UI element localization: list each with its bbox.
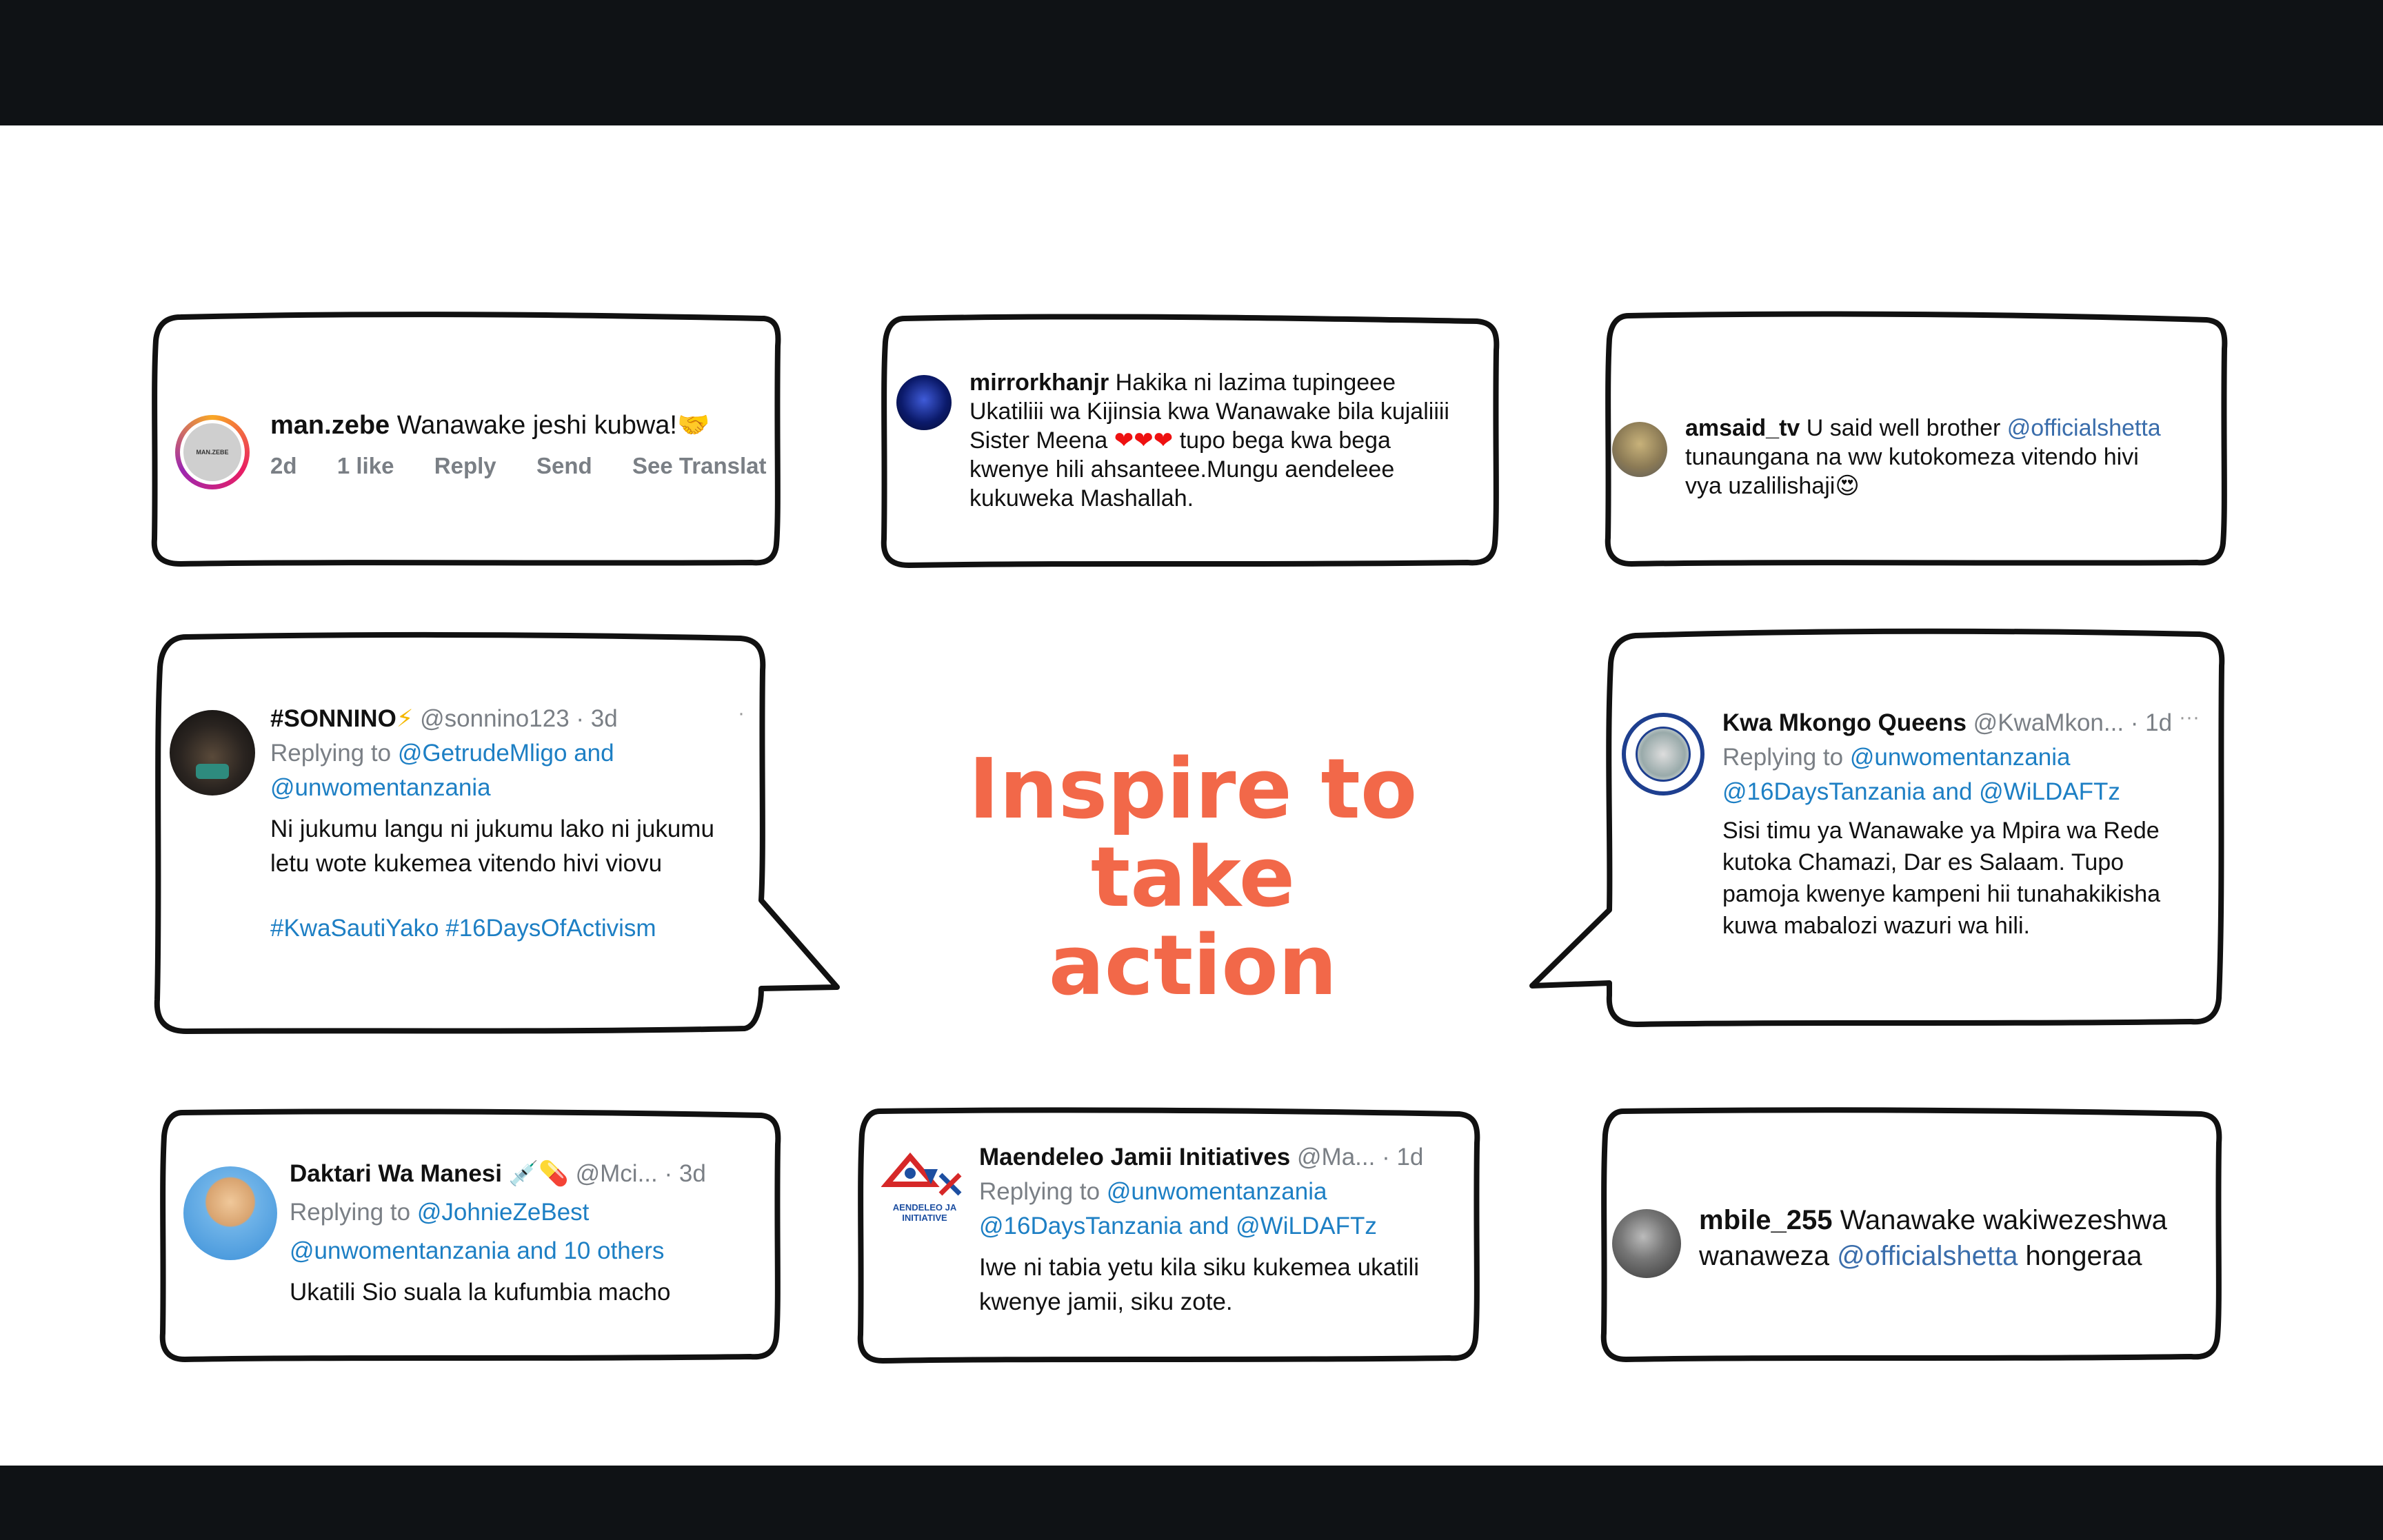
avatar-sonnino[interactable] xyxy=(170,710,255,796)
comment-text-manzebe: Wanawake jeshi kubwa! xyxy=(396,411,677,440)
headline-line-2: take xyxy=(1090,830,1296,926)
comment-line-2b: hongeraa xyxy=(2025,1241,2142,1271)
tweet-body-line-1: Sisi timu ya Wanawake ya Mpira wa Rede xyxy=(1722,818,2160,844)
tweet-body-line-1: Iwe ni tabia yetu kila siku kukemea ukat… xyxy=(979,1254,1420,1281)
headline-line-1: Inspire to xyxy=(968,742,1418,838)
comment-line-1: Hakika ni lazima tupingeee xyxy=(1115,369,1396,396)
handle-maendeleo[interactable]: @Ma... · 1d xyxy=(1297,1144,1423,1171)
replying-mentions-1[interactable]: @unwomentanzania xyxy=(1107,1178,1327,1205)
tweet-card-maendeleo: AENDELEO JA INITIATIVE Maendeleo Jamii I… xyxy=(880,1140,1473,1347)
hearts-icon: ❤❤❤ xyxy=(1114,427,1174,454)
avatar-mirror[interactable] xyxy=(896,375,952,430)
username-mirror[interactable]: mirrorkhanjr xyxy=(969,369,1109,396)
comment-age: 2d xyxy=(270,453,297,478)
display-name-kwamkongo[interactable]: Kwa Mkongo Queens xyxy=(1722,709,1967,736)
replying-mentions-2[interactable]: @16DaysTanzania and @WiLDAFTz xyxy=(979,1209,1423,1244)
comment-line-3a: Sister Meena xyxy=(969,427,1108,454)
comment-card-mirror: mirrorkhanjr Hakika ni lazima tupingeee … xyxy=(896,368,1489,547)
tweet-body-line-2: letu wote kukemea vitendo hivi viovu xyxy=(270,850,663,877)
comment-card-mbile: mbile_255 Wanawake wakiwezeshwa wanaweza… xyxy=(1612,1202,2219,1299)
tweet-hashtags[interactable]: #KwaSautiYako #16DaysOfActivism xyxy=(270,911,714,946)
username-amsaid[interactable]: amsaid_tv xyxy=(1685,415,1800,441)
tweet-card-kwamkongo: Kwa Mkongo Queens @KwaMkon... · 1d Reply… xyxy=(1620,706,2213,982)
avatar-amsaid[interactable] xyxy=(1612,422,1667,477)
replying-label: Replying to xyxy=(270,740,392,767)
comment-line-3b: tupo bega kwa bega xyxy=(1179,427,1391,454)
lightning-icon: ⚡ xyxy=(396,705,414,732)
comment-line-1: Wanawake wakiwezeshwa xyxy=(1840,1205,2167,1235)
logo-text-line-2: INITIATIVE xyxy=(902,1213,947,1223)
slide-canvas: Inspire to take action MAN.ZEBE man.zebe… xyxy=(0,125,2383,1466)
tweet-body-line-2: kutoka Chamazi, Dar es Salaam. Tupo xyxy=(1722,849,2124,875)
replying-label: Replying to xyxy=(1722,744,1844,771)
replying-label: Replying to xyxy=(290,1199,411,1226)
top-letterbox-bar xyxy=(0,0,2383,125)
tweet-body-line-3: pamoja kwenye kampeni hii tunahakikisha xyxy=(1722,881,2161,907)
handshake-icon: 🤝 xyxy=(676,411,710,440)
avatar-manzebe[interactable]: MAN.ZEBE xyxy=(175,415,250,489)
replying-mentions-2[interactable]: @16DaysTanzania and @WiLDAFTz xyxy=(1722,775,2172,809)
more-options-icon[interactable]: ··· xyxy=(2179,706,2200,729)
more-options-icon[interactable]: · xyxy=(738,702,745,725)
mention-officialshetta[interactable]: @officialshetta xyxy=(2007,415,2161,441)
avatar-manzebe-label: MAN.ZEBE xyxy=(196,449,229,456)
mention-officialshetta[interactable]: @officialshetta xyxy=(1837,1241,2018,1271)
tweet-body-line-2: kwenye jamii, siku zote. xyxy=(979,1288,1233,1315)
heart-eyes-icon: 😍 xyxy=(1835,473,1860,499)
replying-mentions-1[interactable]: @unwomentanzania xyxy=(1850,744,2071,771)
comment-line-4: kwenye hili ahsanteee.Mungu aendeleee xyxy=(969,456,1395,483)
avatar-kwamkongo[interactable] xyxy=(1622,713,1705,796)
display-name-daktari[interactable]: Daktari Wa Manesi xyxy=(290,1160,502,1187)
see-translation-button[interactable]: See Translat xyxy=(632,453,766,478)
display-name-sonnino[interactable]: #SONNINO xyxy=(270,705,396,732)
tweet-card-sonnino: #SONNINO⚡ @sonnino123 · 3d Replying to @… xyxy=(168,702,754,977)
avatar-daktari[interactable] xyxy=(183,1166,277,1260)
username-mbile[interactable]: mbile_255 xyxy=(1699,1205,1832,1235)
comment-line-2: tunaungana na ww kutokomeza vitendo hivi xyxy=(1685,444,2139,470)
display-name-maendeleo[interactable]: Maendeleo Jamii Initiatives xyxy=(979,1144,1290,1171)
avatar-maendeleo[interactable]: AENDELEO JA INITIATIVE xyxy=(881,1147,968,1234)
replying-mentions-1[interactable]: @JohnieZeBest xyxy=(417,1199,590,1226)
comment-card-amsaid: amsaid_tv U said well brother @officials… xyxy=(1612,414,2219,524)
comment-line-2a: wanaweza xyxy=(1699,1241,1830,1271)
syringe-pill-icons: 💉💊 xyxy=(508,1160,569,1187)
handle-sonnino[interactable]: @sonnino123 · 3d xyxy=(420,705,618,732)
comment-line-2: Ukatiliii wa Kijinsia kwa Wanawake bila … xyxy=(969,398,1449,425)
headline: Inspire to take action xyxy=(917,746,1469,1011)
tweet-body-line-1: Ni jukumu langu ni jukumu lako ni jukumu xyxy=(270,815,714,842)
avatar-mbile[interactable] xyxy=(1612,1209,1681,1278)
bottom-letterbox-bar xyxy=(0,1466,2383,1540)
replying-mentions-2[interactable]: @unwomentanzania xyxy=(270,771,714,805)
replying-mentions-1[interactable]: @GetrudeMligo and xyxy=(398,740,614,767)
headline-line-3: action xyxy=(1048,918,1338,1014)
logo-text-line-1: AENDELEO JA xyxy=(892,1202,957,1213)
replying-label: Replying to xyxy=(979,1178,1100,1205)
comment-line-1: U said well brother xyxy=(1806,415,2001,441)
comment-line-3: vya uzalilishaji xyxy=(1685,473,1836,499)
send-button[interactable]: Send xyxy=(536,453,592,478)
tweet-card-daktari: Daktari Wa Manesi 💉💊 @Mci... · 3d Replyi… xyxy=(181,1157,767,1336)
username-manzebe[interactable]: man.zebe xyxy=(270,411,390,440)
tweet-body-line-4: kuwa mabalozi wazuri wa hili. xyxy=(1722,913,2030,939)
replying-mentions-2[interactable]: @unwomentanzania and 10 others xyxy=(290,1234,706,1268)
like-count[interactable]: 1 like xyxy=(337,453,394,478)
comment-card-manzebe: MAN.ZEBE man.zebe Wanawake jeshi kubwa!🤝… xyxy=(172,408,772,498)
handle-daktari[interactable]: @Mci... · 3d xyxy=(576,1160,706,1187)
reply-button[interactable]: Reply xyxy=(434,453,496,478)
comment-line-5: kukuweka Mashallah. xyxy=(969,485,1194,511)
handle-kwamkongo[interactable]: @KwaMkon... · 1d xyxy=(1973,709,2172,736)
tweet-body: Ukatili Sio suala la kufumbia macho xyxy=(290,1279,671,1306)
